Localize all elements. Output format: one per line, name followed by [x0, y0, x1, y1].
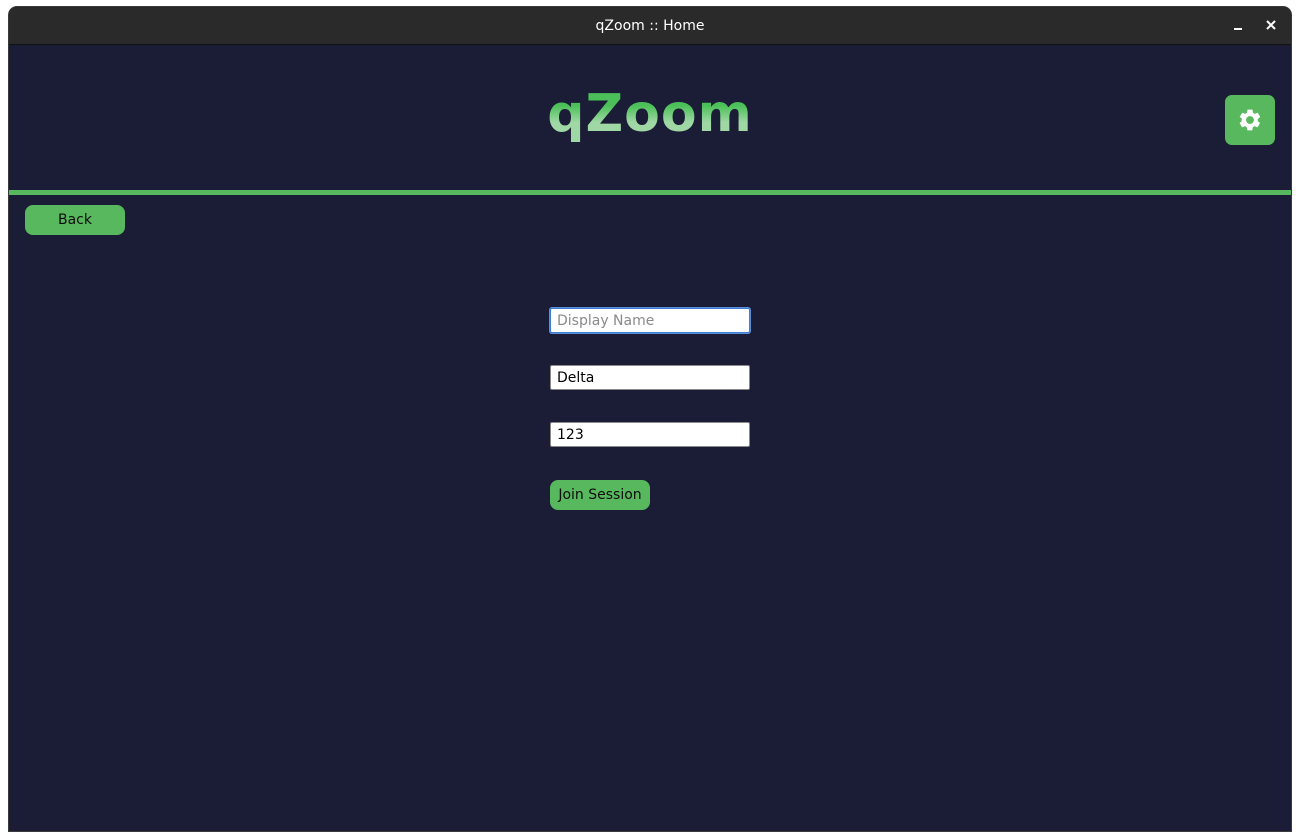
close-button[interactable] — [1259, 13, 1283, 37]
title-bar[interactable]: qZoom :: Home — [9, 7, 1291, 45]
session-name-input[interactable] — [550, 365, 750, 390]
close-icon — [1266, 20, 1276, 30]
minimize-button[interactable] — [1226, 13, 1250, 37]
settings-button[interactable] — [1225, 95, 1275, 145]
join-session-button[interactable]: Join Session — [550, 480, 650, 510]
app-title: qZoom — [9, 79, 1291, 149]
header-divider — [9, 190, 1291, 195]
app-window: qZoom :: Home qZoom Back Join Session — [9, 7, 1291, 831]
gear-icon — [1239, 109, 1261, 131]
minimize-icon — [1234, 28, 1242, 30]
display-name-input[interactable] — [550, 308, 750, 333]
session-password-input[interactable] — [550, 422, 750, 447]
back-button[interactable]: Back — [25, 205, 125, 235]
window-title: qZoom :: Home — [595, 18, 705, 34]
